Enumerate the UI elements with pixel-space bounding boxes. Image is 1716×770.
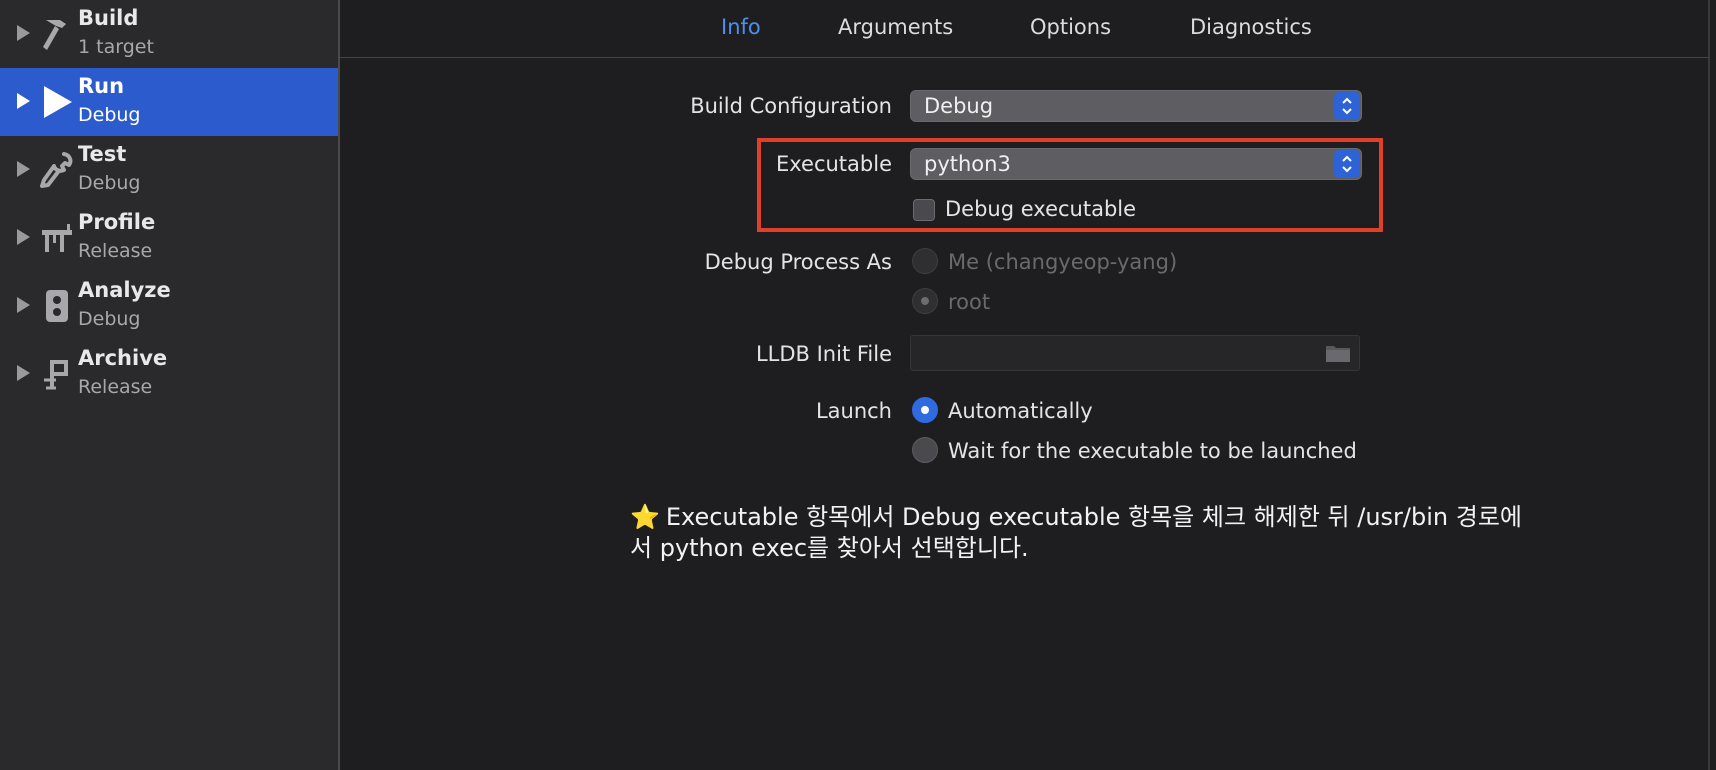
tab-diagnostics[interactable]: Diagnostics — [1190, 15, 1312, 39]
lldb-init-file-field[interactable] — [910, 335, 1360, 371]
instruction-note-text: Executable 항목에서 Debug executable 항목을 체크 … — [630, 503, 1522, 562]
sidebar-item-subtitle: 1 target — [78, 36, 154, 58]
debug-process-as-root-label: root — [948, 290, 991, 314]
launch-wait-label: Wait for the executable to be launched — [948, 439, 1357, 463]
debug-process-as-me-radio[interactable] — [912, 248, 938, 274]
lldb-init-file-label: LLDB Init File — [755, 342, 892, 366]
debug-executable-label: Debug executable — [945, 197, 1137, 221]
disclosure-triangle-icon[interactable] — [17, 229, 30, 245]
sidebar-item-name: Analyze — [78, 278, 171, 302]
disclosure-triangle-icon[interactable] — [17, 161, 30, 177]
build-configuration-value: Debug — [924, 94, 994, 118]
tab-arguments[interactable]: Arguments — [838, 15, 953, 39]
sidebar-item-test[interactable]: Test Debug — [0, 136, 338, 204]
sidebar-item-subtitle: Release — [78, 376, 153, 398]
disclosure-triangle-icon[interactable] — [17, 93, 30, 109]
sidebar-item-name: Run — [78, 74, 125, 98]
panel-right-edge — [1708, 0, 1710, 770]
sidebar-item-name: Profile — [78, 210, 156, 234]
build-configuration-popup[interactable]: Debug — [910, 90, 1362, 122]
sidebar-item-archive[interactable]: Archive Release — [0, 340, 338, 408]
sidebar-item-name: Archive — [78, 346, 168, 370]
sidebar-item-run[interactable]: Run Debug — [0, 68, 338, 136]
sidebar-item-subtitle: Release — [78, 240, 153, 262]
debug-process-as-me-label: Me (changyeop-yang) — [948, 250, 1178, 274]
launch-automatically-radio[interactable] — [912, 397, 938, 423]
sidebar-item-subtitle: Debug — [78, 308, 141, 330]
build-configuration-label: Build Configuration — [690, 94, 892, 118]
disclosure-triangle-icon[interactable] — [17, 365, 30, 381]
instruction-note: ⭐ Executable 항목에서 Debug executable 항목을 체크… — [630, 502, 1530, 564]
debug-process-as-label: Debug Process As — [704, 250, 892, 274]
up-down-chevron-icon — [1334, 150, 1360, 178]
scheme-actions-sidebar: Build 1 target Run Debug Test Debug Prof… — [0, 0, 338, 770]
tab-info[interactable]: Info — [721, 15, 761, 39]
hammer-icon — [38, 12, 76, 56]
tab-bar: Info Arguments Options Diagnostics — [340, 0, 1710, 58]
disclosure-triangle-icon[interactable] — [17, 297, 30, 313]
archive-icon — [38, 352, 76, 396]
sidebar-item-build[interactable]: Build 1 target — [0, 0, 338, 68]
scheme-settings-panel: Info Arguments Options Diagnostics Build… — [340, 0, 1710, 770]
scheme-editor: Build 1 target Run Debug Test Debug Prof… — [0, 0, 1716, 770]
debug-process-as-root-radio[interactable] — [912, 288, 938, 314]
sidebar-item-analyze[interactable]: Analyze Debug — [0, 272, 338, 340]
analyze-icon — [38, 284, 76, 328]
launch-automatically-label: Automatically — [948, 399, 1093, 423]
executable-label: Executable — [775, 152, 892, 176]
sidebar-item-profile[interactable]: Profile Release — [0, 204, 338, 272]
up-down-chevron-icon — [1334, 92, 1360, 120]
play-icon — [38, 80, 76, 124]
launch-label: Launch — [815, 399, 892, 423]
disclosure-triangle-icon[interactable] — [17, 25, 30, 41]
tab-options[interactable]: Options — [1030, 15, 1111, 39]
sidebar-item-subtitle: Debug — [78, 172, 141, 194]
executable-value: python3 — [924, 152, 1011, 176]
gauge-icon — [38, 216, 76, 260]
sidebar-item-name: Test — [78, 142, 127, 166]
executable-popup[interactable]: python3 — [910, 148, 1362, 180]
debug-executable-checkbox[interactable] — [913, 199, 935, 221]
star-icon: ⭐ — [630, 503, 660, 531]
wrench-icon — [38, 148, 76, 192]
launch-wait-radio[interactable] — [912, 437, 938, 463]
sidebar-item-name: Build — [78, 6, 139, 30]
folder-icon[interactable] — [1325, 342, 1351, 364]
sidebar-item-subtitle: Debug — [78, 104, 141, 126]
